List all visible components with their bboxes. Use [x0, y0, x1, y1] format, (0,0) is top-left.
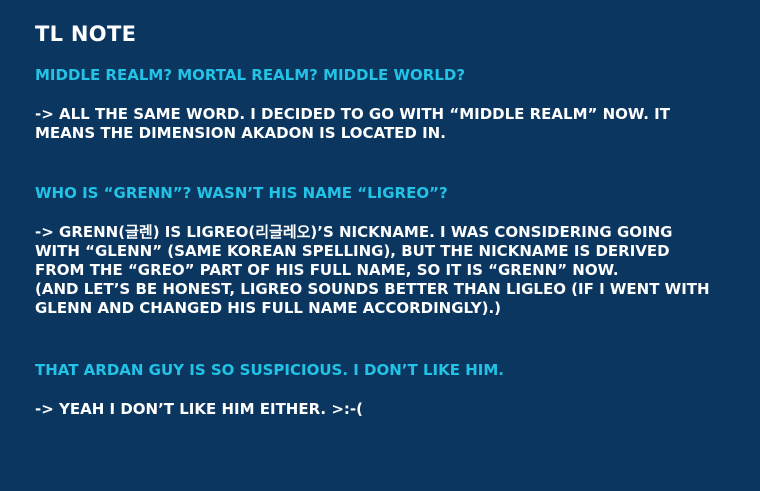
note-3-question: THAT ARDAN GUY IS SO SUSPICIOUS. I DON’T… [35, 361, 504, 379]
note-2-answer-line: FROM THE “GREO” PART OF HIS FULL NAME, S… [35, 261, 619, 279]
note-2-question: WHO IS “GRENN”? WASN’T HIS NAME “LIGREO”… [35, 184, 448, 202]
note-1-answer-line: MEANS THE DIMENSION AKADON IS LOCATED IN… [35, 124, 446, 142]
note-2-answer-line: -> GRENN(글렌) IS LIGREO(리글레오)’S NICKNAME.… [35, 223, 673, 241]
note-2-answer-line: WITH “GLENN” (SAME KOREAN SPELLING), BUT… [35, 242, 670, 260]
note-2-answer-line: GLENN AND CHANGED HIS FULL NAME ACCORDIN… [35, 299, 502, 317]
tl-note-page: TL NOTE MIDDLE REALM? MORTAL REALM? MIDD… [0, 0, 760, 491]
note-3-answer: -> YEAH I DON’T LIKE HIM EITHER. >:-( [35, 400, 730, 419]
note-2-answer-line: (AND LET’S BE HONEST, LIGREO SOUNDS BETT… [35, 280, 710, 298]
note-1-question: MIDDLE REALM? MORTAL REALM? MIDDLE WORLD… [35, 66, 466, 84]
page-title: TL NOTE [35, 22, 137, 46]
note-3-answer-line: -> YEAH I DON’T LIKE HIM EITHER. >:-( [35, 400, 363, 418]
note-1-answer-line: -> ALL THE SAME WORD. I DECIDED TO GO WI… [35, 105, 670, 123]
note-1-answer: -> ALL THE SAME WORD. I DECIDED TO GO WI… [35, 105, 730, 143]
note-3: THAT ARDAN GUY IS SO SUSPICIOUS. I DON’T… [35, 360, 730, 419]
note-2: WHO IS “GRENN”? WASN’T HIS NAME “LIGREO”… [35, 183, 730, 318]
note-1: MIDDLE REALM? MORTAL REALM? MIDDLE WORLD… [35, 65, 730, 143]
note-2-answer: -> GRENN(글렌) IS LIGREO(리글레오)’S NICKNAME.… [35, 223, 730, 318]
